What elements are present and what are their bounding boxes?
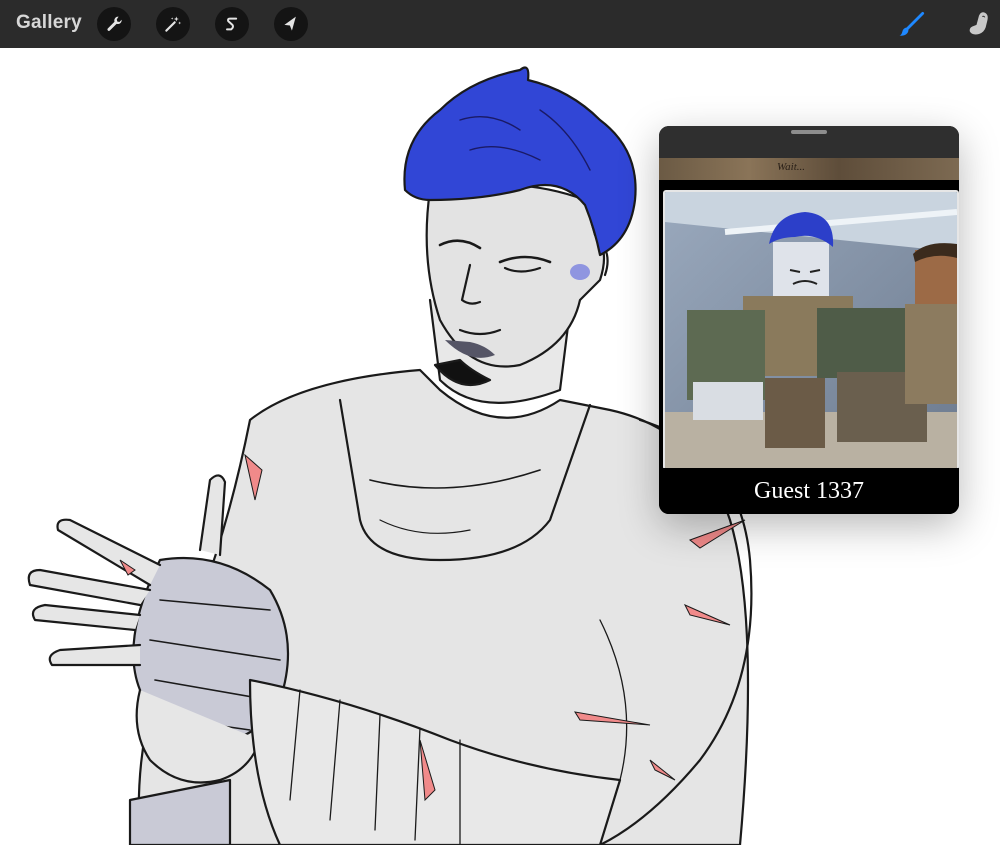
magic-wand-icon xyxy=(165,16,182,32)
brush-icon xyxy=(899,11,925,36)
reference-scene-graphic xyxy=(665,192,957,468)
smudge-tool[interactable] xyxy=(961,6,997,42)
transform-button[interactable] xyxy=(274,7,308,41)
gallery-button[interactable]: Gallery xyxy=(16,12,82,34)
reference-top-strip: Wait... xyxy=(659,158,959,180)
selection-button[interactable] xyxy=(215,7,249,41)
reference-panel-header[interactable] xyxy=(659,126,959,158)
selection-s-icon xyxy=(226,17,238,31)
adjustments-button[interactable] xyxy=(156,7,190,41)
smudge-finger-icon xyxy=(969,12,988,35)
strip-text: Wait... xyxy=(777,161,806,173)
reference-caption: Guest 1337 xyxy=(659,468,959,514)
wrench-icon xyxy=(107,16,122,31)
reference-image xyxy=(663,190,959,470)
drawing-canvas[interactable]: Wait... Guest 1337 xyxy=(0,48,1000,845)
arrow-cursor-icon xyxy=(284,16,296,31)
drag-handle[interactable] xyxy=(791,130,827,134)
actions-button[interactable] xyxy=(97,7,131,41)
reference-panel[interactable]: Wait... Guest 1337 xyxy=(659,126,959,514)
top-toolbar: Gallery xyxy=(0,0,1000,48)
brush-tool[interactable] xyxy=(894,6,930,42)
